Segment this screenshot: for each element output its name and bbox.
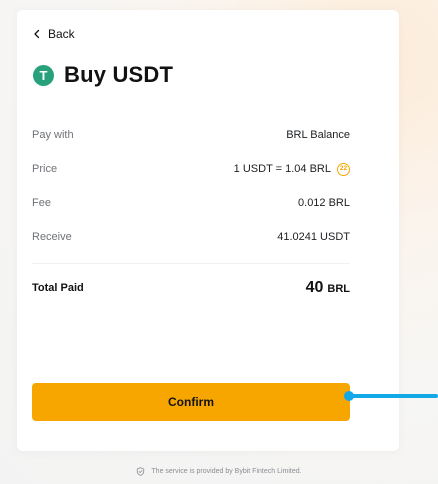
fee-value: 0.012 BRL (298, 197, 350, 209)
price-value-group: 1 USDT = 1.04 BRL 22 (233, 162, 350, 176)
fee-label: Fee (32, 197, 51, 209)
pointer-line (349, 394, 438, 398)
tether-icon: T (33, 64, 54, 86)
fee-row: Fee 0.012 BRL (32, 186, 350, 220)
back-link[interactable]: Back (32, 27, 75, 41)
back-label: Back (48, 27, 75, 41)
pointer-dot (344, 391, 354, 401)
divider (32, 263, 350, 264)
total-value: 40 BRL (306, 279, 350, 297)
pay-with-label: Pay with (32, 129, 74, 141)
title-row: T Buy USDT (33, 62, 173, 88)
receive-row: Receive 41.0241 USDT (32, 220, 350, 254)
footer-text: The service is provided by Bybit Fintech… (151, 468, 302, 475)
order-details: Pay with BRL Balance Price 1 USDT = 1.04… (32, 118, 350, 254)
total-row: Total Paid 40 BRL (32, 276, 350, 300)
page-title: Buy USDT (64, 62, 174, 87)
pay-with-value: BRL Balance (286, 129, 350, 141)
confirm-button[interactable]: Confirm (32, 383, 350, 421)
price-label: Price (32, 163, 58, 175)
shield-icon (137, 467, 145, 476)
receive-label: Receive (32, 231, 72, 243)
receive-value: 41.0241 USDT (277, 231, 350, 243)
price-row: Price 1 USDT = 1.04 BRL 22 (32, 152, 350, 186)
total-label: Total Paid (32, 282, 84, 294)
footer: The service is provided by Bybit Fintech… (0, 467, 438, 476)
total-amount: 40 (305, 279, 324, 296)
chevron-left-icon (34, 29, 40, 39)
pay-with-row: Pay with BRL Balance (32, 118, 350, 152)
price-value: 1 USDT = 1.04 BRL (233, 163, 331, 175)
total-currency: BRL (327, 283, 350, 295)
countdown-timer-icon: 22 (337, 162, 350, 176)
